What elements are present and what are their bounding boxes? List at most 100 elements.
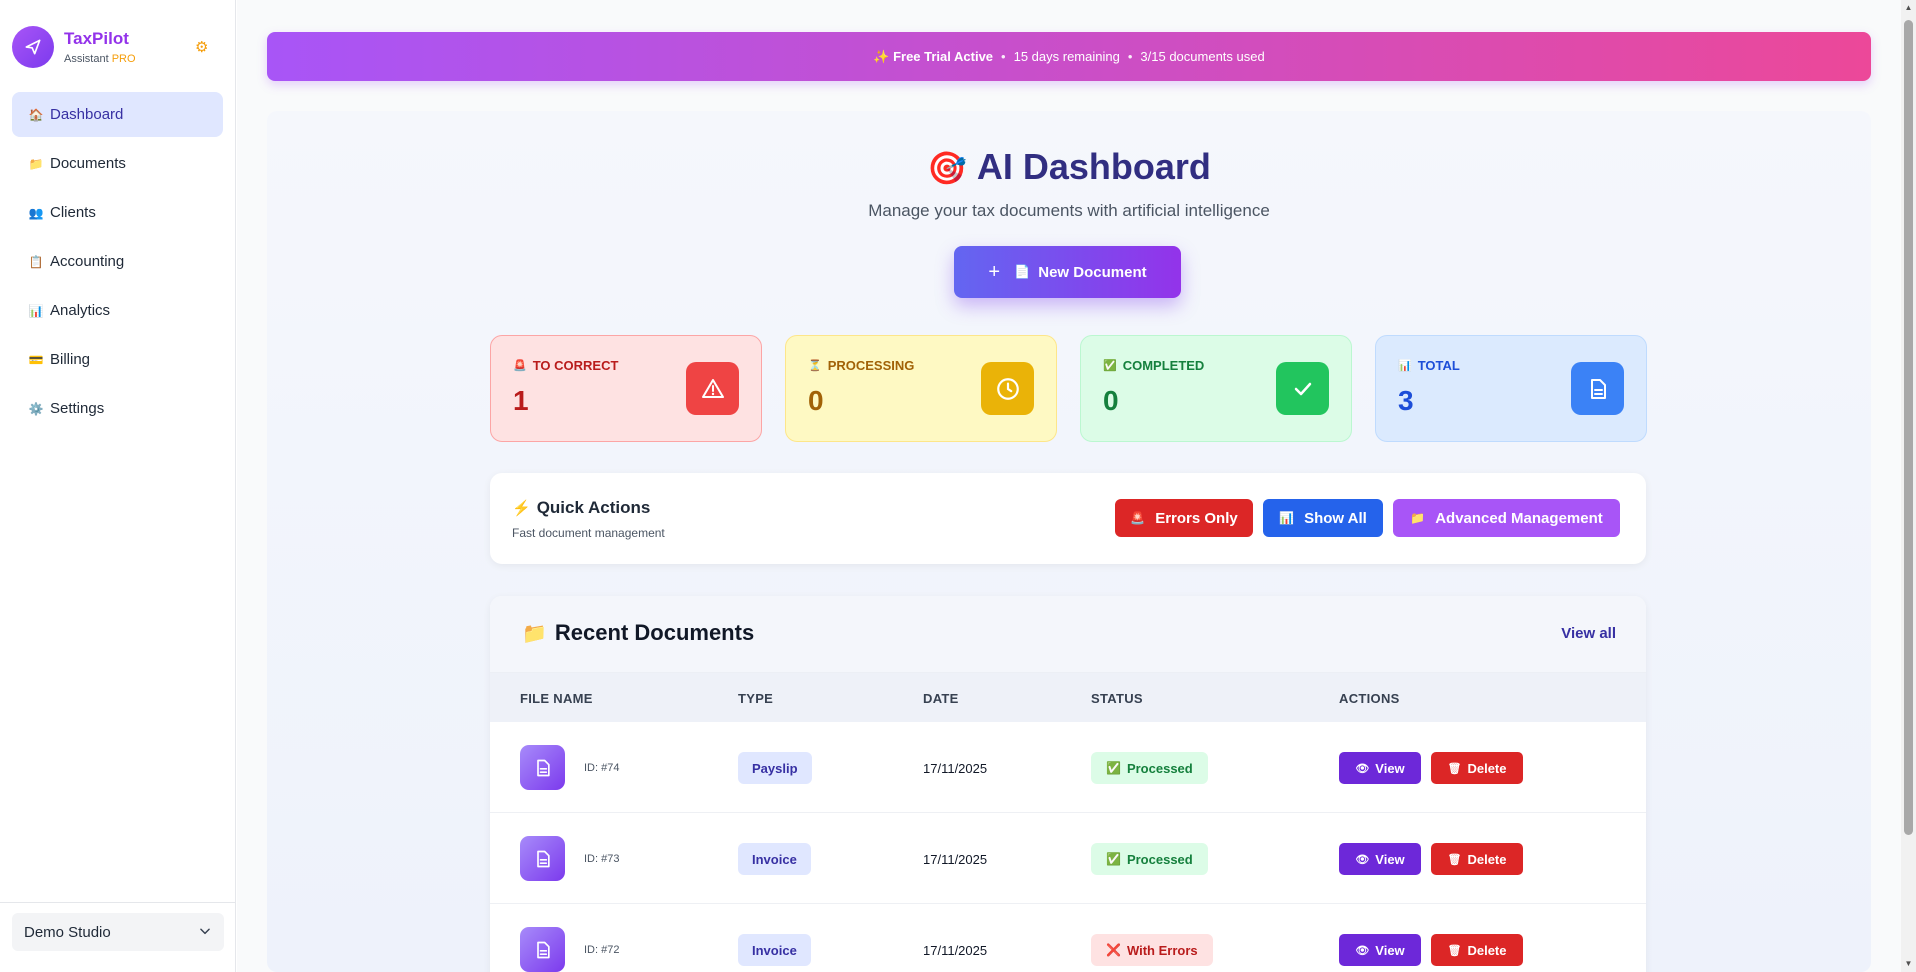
clock-icon	[981, 362, 1034, 415]
siren-icon: 🚨	[1130, 511, 1146, 525]
new-document-button[interactable]: + 📄 New Document	[954, 246, 1181, 298]
check-box-icon: ✅	[1106, 852, 1121, 866]
type-tag: Invoice	[738, 934, 811, 966]
view-label: View	[1375, 942, 1405, 958]
delete-button[interactable]: 🗑 Delete	[1431, 752, 1523, 784]
sidebar-item-label: Documents	[50, 155, 126, 172]
trash-icon: 🗑	[1447, 853, 1462, 866]
view-label: View	[1375, 760, 1405, 776]
sidebar-item-clients[interactable]: 👥 Clients	[12, 190, 223, 235]
date-cell: 17/11/2025	[923, 943, 988, 958]
sidebar-item-billing[interactable]: 💳 Billing	[12, 337, 223, 382]
sidebar-item-label: Analytics	[50, 302, 111, 319]
folder-icon: 📁	[1410, 511, 1426, 525]
stat-card-completed[interactable]: ✅ COMPLETED 0	[1080, 335, 1352, 442]
folder-icon: 📁	[522, 623, 547, 645]
table-row[interactable]: ID: #74 Payslip 17/11/2025 ✅ Processed 👁 V…	[490, 722, 1646, 813]
column-header-type[interactable]: TYPE	[738, 691, 773, 706]
chevron-down-icon	[198, 924, 212, 941]
column-header-status[interactable]: STATUS	[1091, 691, 1143, 706]
scrollbar-thumb[interactable]	[1904, 20, 1913, 835]
column-header-file-name[interactable]: FILE NAME	[520, 691, 593, 706]
show-all-label: Show All	[1304, 509, 1367, 527]
chart-icon: 📊	[28, 303, 44, 318]
theme-gear-icon[interactable]: ⚙	[195, 38, 208, 56]
scroll-down-arrow-icon[interactable]: ▼	[1901, 956, 1916, 972]
studio-select[interactable]: Demo Studio	[12, 913, 224, 951]
advanced-management-button[interactable]: 📁 Advanced Management	[1393, 499, 1620, 537]
status-badge: ✅ Processed	[1091, 752, 1208, 784]
check-icon	[1276, 362, 1329, 415]
table-row[interactable]: ID: #72 Invoice 17/11/2025 ❌ With Errors …	[490, 904, 1646, 972]
date-cell: 17/11/2025	[923, 761, 988, 776]
warning-icon	[686, 362, 739, 415]
errors-only-button[interactable]: 🚨 Errors Only	[1115, 499, 1253, 537]
sidebar: TaxPilot Assistant PRO ⚙ 🏠 Dashboard 📁 D…	[0, 0, 236, 972]
table-row[interactable]: ID: #73 Invoice 17/11/2025 ✅ Processed 👁 V…	[490, 813, 1646, 904]
sidebar-item-label: Clients	[50, 204, 96, 221]
bar-chart-icon: 📊	[1279, 511, 1295, 525]
trash-icon: 🗑	[1447, 944, 1462, 957]
eye-icon: 👁	[1355, 944, 1370, 957]
view-all-link[interactable]: View all	[1561, 625, 1616, 642]
delete-button[interactable]: 🗑 Delete	[1431, 934, 1523, 966]
sidebar-item-label: Accounting	[50, 253, 125, 270]
separator-dot: •	[1127, 49, 1133, 64]
stat-card-processing[interactable]: ⏳ PROCESSING 0	[785, 335, 1057, 442]
table-header: FILE NAME TYPE DATE STATUS ACTIONS	[490, 673, 1646, 722]
hourglass-icon: ⏳	[808, 360, 822, 372]
trash-icon: 🗑	[1447, 762, 1462, 775]
check-box-icon: ✅	[1106, 761, 1121, 775]
file-id: ID: #73	[584, 853, 620, 865]
sidebar-item-label: Billing	[50, 351, 91, 368]
view-button[interactable]: 👁 View	[1339, 752, 1421, 784]
view-button[interactable]: 👁 View	[1339, 934, 1421, 966]
advanced-management-label: Advanced Management	[1435, 509, 1603, 527]
brand-text: TaxPilot Assistant PRO	[64, 29, 136, 65]
sidebar-item-label: Dashboard	[50, 106, 124, 123]
delete-button[interactable]: 🗑 Delete	[1431, 843, 1523, 875]
folder-icon: 📁	[28, 156, 44, 171]
trial-title: ✨ Free Trial Active	[873, 48, 994, 64]
home-icon: 🏠	[28, 107, 44, 122]
scroll-up-arrow-icon[interactable]: ▲	[1901, 0, 1916, 16]
sidebar-item-dashboard[interactable]: 🏠 Dashboard	[12, 92, 223, 137]
brand-subtitle: Assistant PRO	[64, 53, 136, 65]
trial-usage: 3/15 documents used	[1140, 49, 1265, 64]
file-icon	[520, 836, 565, 881]
type-tag: Invoice	[738, 843, 811, 875]
view-button[interactable]: 👁 View	[1339, 843, 1421, 875]
eye-icon: 👁	[1355, 762, 1370, 775]
credit-card-icon: 💳	[28, 352, 44, 367]
sidebar-item-analytics[interactable]: 📊 Analytics	[12, 288, 223, 333]
brand: TaxPilot Assistant PRO	[0, 0, 235, 70]
show-all-button[interactable]: 📊 Show All	[1263, 499, 1383, 537]
stat-card-to-correct[interactable]: 🚨 TO CORRECT 1	[490, 335, 762, 442]
stat-label-text: PROCESSING	[827, 358, 915, 373]
sidebar-item-documents[interactable]: 📁 Documents	[12, 141, 223, 186]
brand-subtitle-text: Assistant	[64, 53, 109, 65]
sidebar-item-settings[interactable]: ⚙️ Settings	[12, 386, 223, 431]
bar-chart-icon: 📊	[1398, 360, 1412, 372]
recent-documents-header: 📁 Recent Documents View all	[490, 596, 1646, 673]
stat-card-total[interactable]: 📊 TOTAL 3	[1375, 335, 1647, 442]
siren-icon: 🚨	[513, 360, 527, 372]
status-badge: ❌ With Errors	[1091, 934, 1213, 966]
trial-remaining: 15 days remaining	[1013, 49, 1120, 64]
sidebar-item-accounting[interactable]: 📋 Accounting	[12, 239, 223, 284]
target-icon: 🎯	[927, 150, 967, 186]
brand-logo-icon[interactable]	[12, 26, 54, 68]
delete-label: Delete	[1467, 760, 1507, 776]
vertical-scrollbar[interactable]: ▲ ▼	[1901, 0, 1916, 972]
new-document-label: New Document	[1038, 263, 1147, 281]
file-id: ID: #74	[584, 762, 620, 774]
cross-icon: ❌	[1106, 943, 1121, 957]
view-label: View	[1375, 851, 1405, 867]
column-header-date[interactable]: DATE	[923, 691, 959, 706]
document-icon	[1571, 362, 1624, 415]
dashboard-panel: 🎯 AI Dashboard Manage your tax documents …	[267, 111, 1871, 972]
quick-actions-card: ⚡ Quick Actions Fast document management …	[490, 473, 1646, 564]
type-tag: Payslip	[738, 752, 812, 784]
studio-select-value: Demo Studio	[24, 923, 111, 941]
sidebar-item-label: Settings	[50, 400, 105, 417]
